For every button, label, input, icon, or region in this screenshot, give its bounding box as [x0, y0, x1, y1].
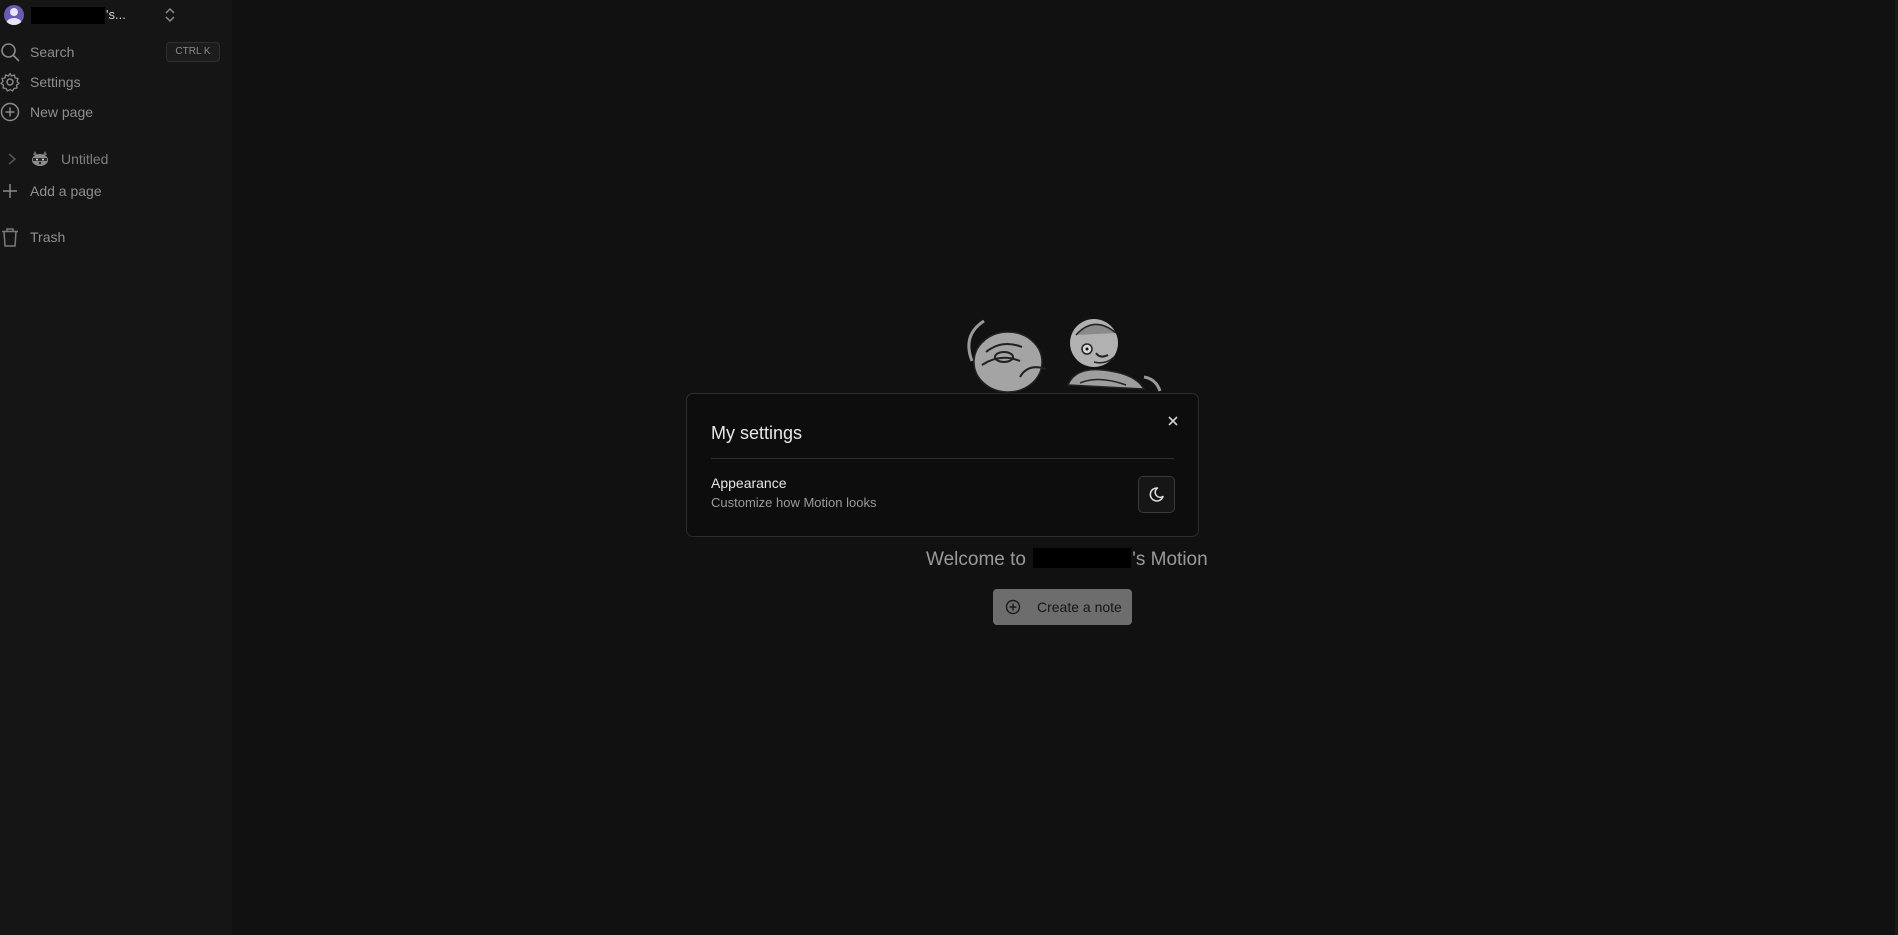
welcome-prefix: Welcome to: [926, 549, 1026, 570]
sidebar-item-label: Search: [30, 44, 75, 60]
settings-modal: My settings Appearance Customize how Mot…: [686, 393, 1199, 537]
workspace-switcher[interactable]: 's...: [0, 0, 232, 30]
modal-title: My settings: [711, 423, 803, 443]
workspace-name-suffix: 's...: [106, 7, 126, 22]
gear-icon: [0, 72, 20, 92]
sidebar-item-trash[interactable]: Trash: [0, 224, 232, 250]
create-note-button[interactable]: Create a note: [993, 589, 1132, 625]
divider: [711, 458, 1174, 459]
shortcut-badge: CTRL K: [166, 42, 220, 62]
sidebar-item-label: Settings: [30, 74, 81, 90]
plus-circle-icon: [1005, 599, 1021, 615]
raccoon-icon: [32, 151, 48, 166]
chevron-updown-icon[interactable]: [162, 5, 178, 25]
search-icon: [1, 43, 20, 62]
theme-toggle-button[interactable]: [1138, 476, 1175, 513]
close-icon[interactable]: [1165, 413, 1181, 429]
redacted-workspace-name: [31, 7, 105, 24]
welcome-suffix: 's Motion: [1132, 549, 1208, 570]
trash-icon: [2, 228, 18, 247]
sidebar-item-label: Add a page: [30, 183, 102, 199]
sidebar: 's... Search CTRL K Settings New page Un…: [0, 0, 232, 935]
page-title: Untitled: [61, 151, 109, 167]
plus-icon: [3, 184, 17, 198]
chevron-right-icon[interactable]: [6, 151, 18, 167]
appearance-title: Appearance: [711, 475, 787, 491]
sidebar-page-untitled[interactable]: Untitled: [0, 147, 232, 171]
avatar[interactable]: [4, 5, 24, 25]
create-note-label: Create a note: [1037, 599, 1122, 615]
sidebar-item-label: Trash: [30, 229, 66, 245]
sidebar-item-add-page[interactable]: Add a page: [0, 178, 232, 204]
sidebar-item-new-page[interactable]: New page: [0, 99, 232, 125]
moon-icon: [1149, 487, 1164, 502]
sidebar-item-settings[interactable]: Settings: [0, 69, 232, 95]
welcome-heading: Welcome to 's Motion: [926, 548, 1208, 571]
redacted-workspace-name: [1033, 548, 1132, 568]
sidebar-item-label: New page: [30, 104, 94, 120]
appearance-description: Customize how Motion looks: [711, 495, 877, 510]
plus-circle-icon: [0, 102, 20, 122]
